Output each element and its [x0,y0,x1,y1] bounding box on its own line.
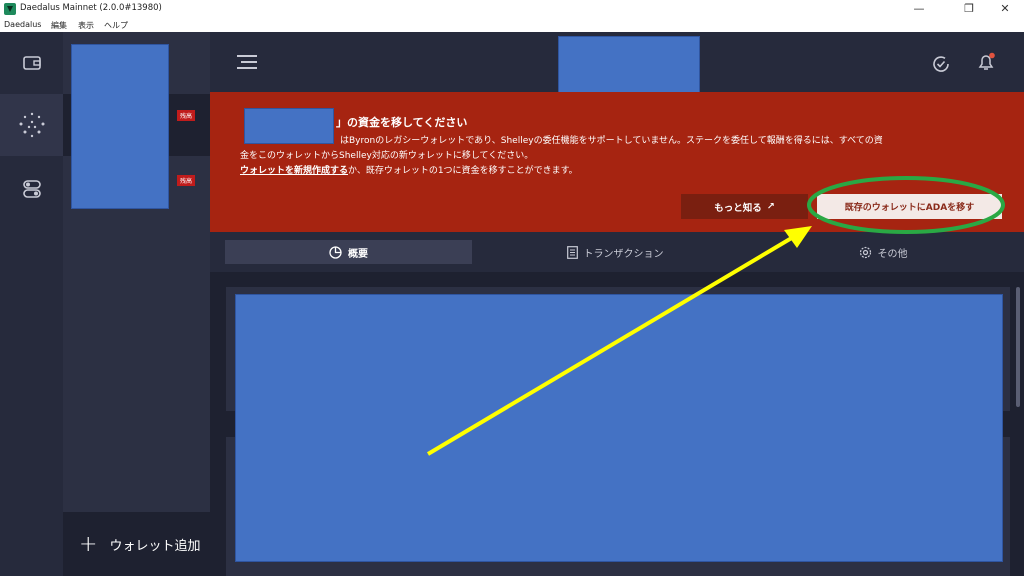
main-panel: 」の資金を移してください はByronのレガシーウォレットであり、Shelley… [210,32,1024,576]
hamburger-menu-icon[interactable] [237,54,259,70]
nav-staking[interactable] [0,94,63,156]
plus-icon: + [79,531,98,557]
menu-daedalus[interactable]: Daedalus [4,20,41,29]
redacted-wallet-header [558,36,700,100]
learn-more-button[interactable]: もっと知る ↗ [681,194,808,219]
maximize-button[interactable]: ❐ [954,1,984,17]
app-root: 残高 残高 + ウォレット追加 」の資金を移してください はByronのレガシー… [0,32,1024,576]
add-wallet-label: ウォレット追加 [109,538,201,554]
daedalus-logo-icon [4,3,16,15]
notice-body: はByronのレガシーウォレットであり、Shelleyの委任機能をサポートしてい… [240,136,883,176]
tab-summary[interactable]: 概要 [225,240,472,264]
legacy-badge: 残高 [177,110,196,121]
wallet-tabs: 概要 トランザクション その他 [210,232,1024,272]
window-titlebar: Daedalus Mainnet (2.0.0#13980) — ❐ ✕ [0,0,1024,18]
redacted-summary-content [235,294,1003,562]
move-ada-button[interactable]: 既存のウォレットにADAを移す [817,194,1002,219]
sync-check-icon[interactable] [931,54,951,74]
nav-settings[interactable] [0,158,63,220]
tab-more[interactable]: その他 [758,240,1008,264]
transactions-icon [566,245,578,259]
nav-wallets[interactable] [0,32,63,94]
menu-bar: Daedalus 編集 表示 ヘルプ [0,18,1024,32]
create-new-wallet-link[interactable]: ウォレットを新規作成する [240,166,348,176]
summary-icon [329,245,342,259]
gear-icon [859,246,871,258]
staking-icon [19,112,44,138]
redacted-wallet-names [71,44,169,209]
menu-help[interactable]: ヘルプ [104,20,128,31]
wallet-icon [22,56,41,70]
notification-bell-icon[interactable] [976,52,996,72]
toggle-settings-icon [22,180,41,198]
window-title: Daedalus Mainnet (2.0.0#13980) [20,3,162,13]
notice-title: 」の資金を移してください [336,116,468,129]
add-wallet-button[interactable]: + ウォレット追加 [63,512,210,576]
external-link-icon: ↗ [766,201,775,212]
close-button[interactable]: ✕ [990,1,1020,17]
menu-view[interactable]: 表示 [78,20,94,31]
top-bar [210,32,1024,100]
nav-rail [0,32,63,576]
minimize-button[interactable]: — [904,1,934,17]
scrollbar[interactable] [1016,287,1020,407]
legacy-badge: 残高 [177,175,196,186]
menu-edit[interactable]: 編集 [51,20,67,31]
tab-transactions[interactable]: トランザクション [490,240,740,264]
wallet-list: 残高 残高 + ウォレット追加 [63,32,210,576]
